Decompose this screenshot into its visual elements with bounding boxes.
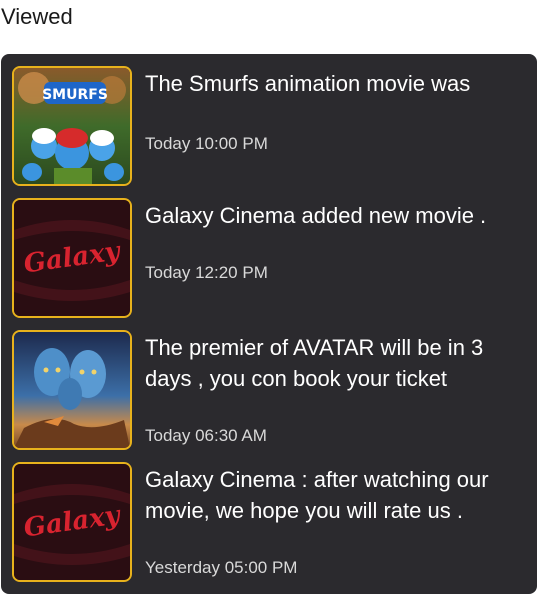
notification-message: Galaxy Cinema : after watching our movie… — [145, 467, 489, 523]
notification-item[interactable]: Galaxy Galaxy Cinema : after watching ou… — [12, 462, 532, 582]
galaxy-cinema-logo-image: Galaxy — [14, 464, 130, 580]
notification-time: Today 12:20 PM — [145, 263, 268, 282]
avatar-poster-image — [14, 332, 130, 448]
smurfs-poster-thumbnail: SMURFS — [12, 66, 132, 186]
notification-message: The premier of AVATAR will be in 3 days … — [145, 335, 484, 391]
galaxy-cinema-thumbnail: Galaxy — [12, 462, 132, 582]
notification-item[interactable]: SMURFS The Smurfs animation movie was To… — [12, 66, 532, 186]
notification-list: SMURFS The Smurfs animation movie was To… — [1, 54, 537, 594]
section-title: Viewed — [1, 4, 73, 29]
notification-time: Today 10:00 PM — [145, 134, 268, 153]
notification-message: The Smurfs animation movie was — [145, 71, 471, 96]
galaxy-cinema-logo-image: Galaxy — [14, 200, 130, 316]
notification-item[interactable]: Galaxy Galaxy Cinema added new movie . T… — [12, 198, 532, 318]
notification-time: Today 06:30 AM — [145, 426, 267, 445]
avatar-poster-thumbnail — [12, 330, 132, 450]
galaxy-cinema-thumbnail: Galaxy — [12, 198, 132, 318]
notification-message: Galaxy Cinema added new movie . — [145, 203, 487, 228]
notification-time: Yesterday 05:00 PM — [145, 558, 298, 577]
smurfs-poster-image: SMURFS — [14, 68, 130, 184]
smurfs-logo-text: SMURFS — [42, 87, 108, 103]
notification-item[interactable]: The premier of AVATAR will be in 3 days … — [12, 330, 532, 450]
